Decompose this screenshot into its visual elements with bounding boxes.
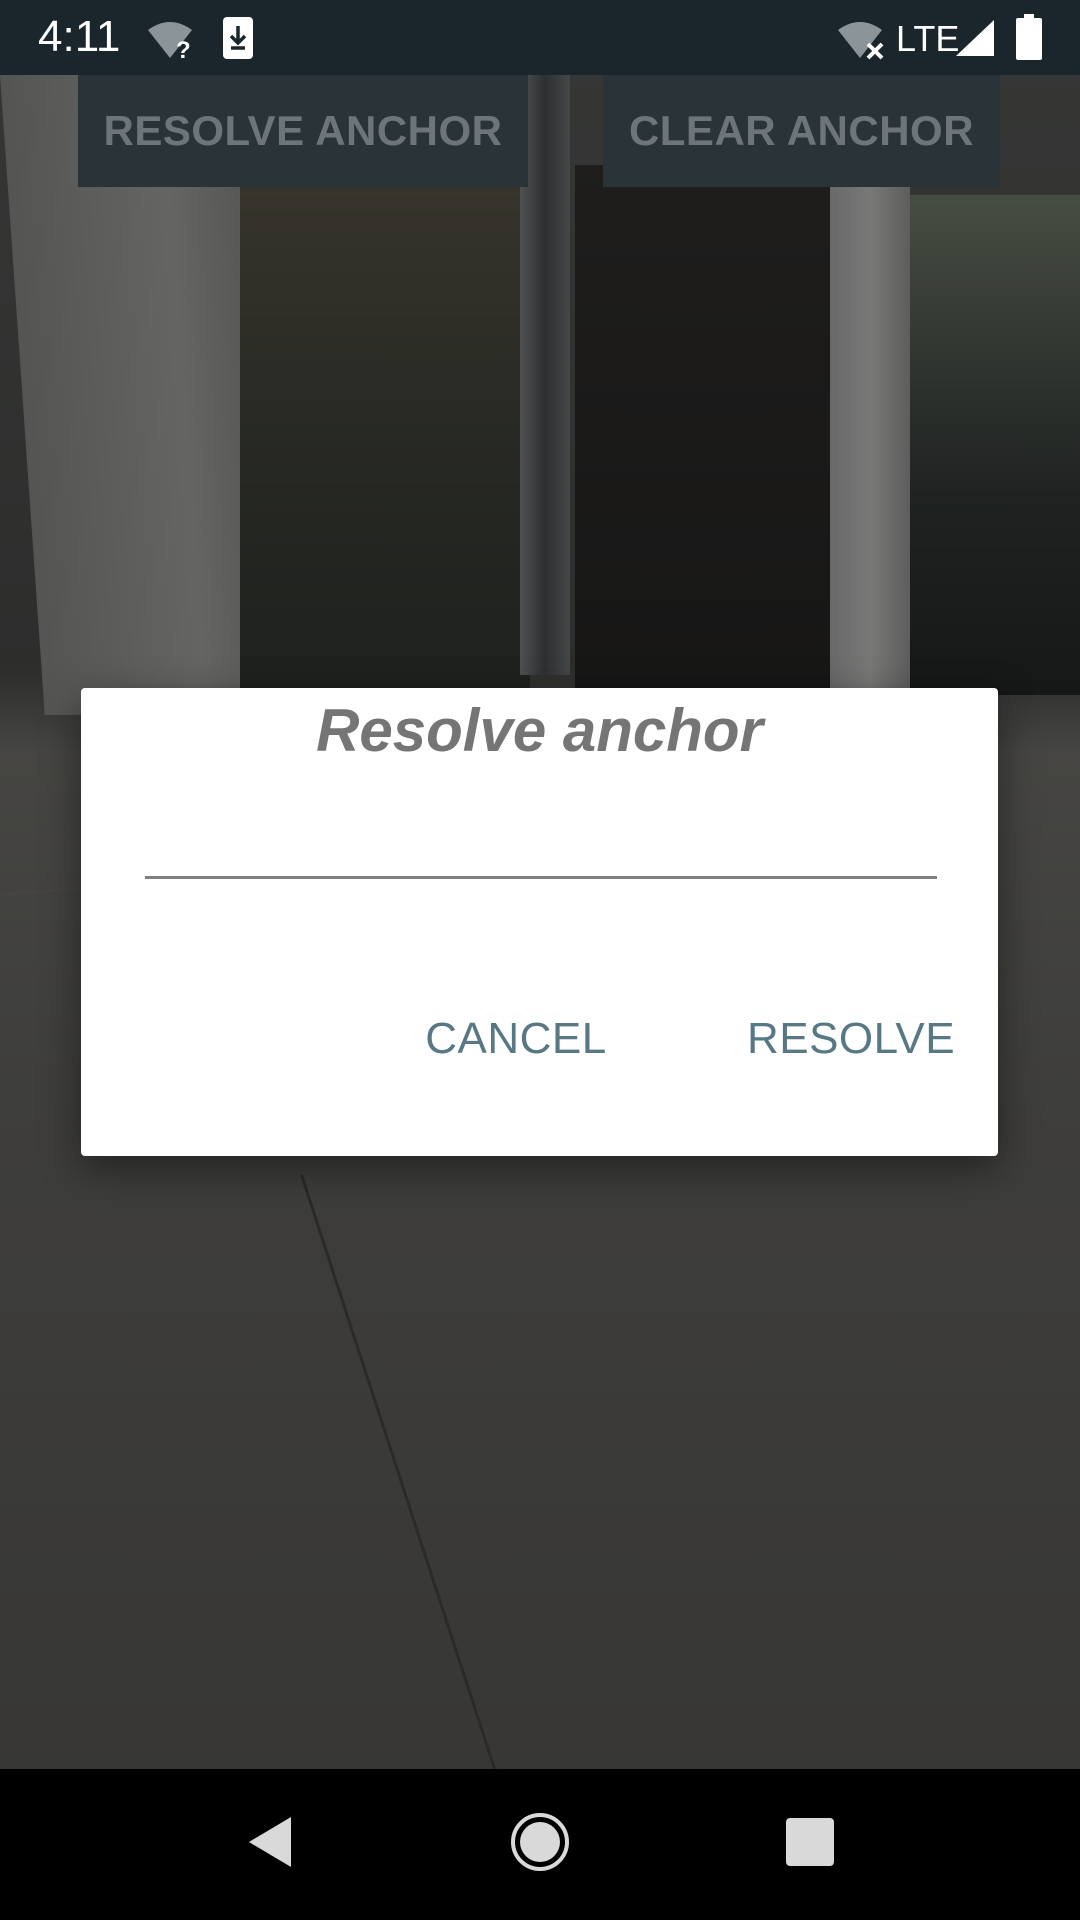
svg-text:?: ? — [176, 37, 191, 60]
anchor-id-input[interactable] — [145, 808, 937, 879]
clear-anchor-button-label: CLEAR ANCHOR — [628, 107, 975, 154]
cancel-button[interactable]: CANCEL — [425, 1004, 606, 1074]
wifi-off-icon — [836, 20, 888, 65]
navigation-bar — [0, 1769, 1080, 1920]
resolve-button[interactable]: RESOLVE — [747, 1004, 955, 1074]
recents-button[interactable] — [745, 1769, 875, 1920]
status-time: 4:11 — [38, 12, 121, 61]
recents-icon — [785, 1817, 835, 1872]
home-icon — [510, 1812, 570, 1877]
clear-anchor-button[interactable]: CLEAR ANCHOR — [603, 75, 1000, 187]
resolve-anchor-button[interactable]: RESOLVE ANCHOR — [78, 75, 528, 187]
network-type-label: LTE — [896, 18, 960, 59]
home-button[interactable] — [475, 1769, 605, 1920]
dialog-title: Resolve anchor — [316, 697, 763, 764]
back-button[interactable] — [205, 1769, 335, 1920]
status-bar: 4:11 ? LTE — [0, 0, 1080, 75]
resolve-anchor-dialog: Resolve anchor CANCEL RESOLVE — [81, 688, 998, 1156]
back-icon — [245, 1815, 295, 1874]
resolve-anchor-button-label: RESOLVE ANCHOR — [103, 107, 503, 154]
battery-icon — [1016, 14, 1042, 65]
signal-icon — [954, 18, 996, 63]
wifi-unknown-icon: ? — [146, 20, 194, 65]
download-icon — [222, 16, 254, 65]
